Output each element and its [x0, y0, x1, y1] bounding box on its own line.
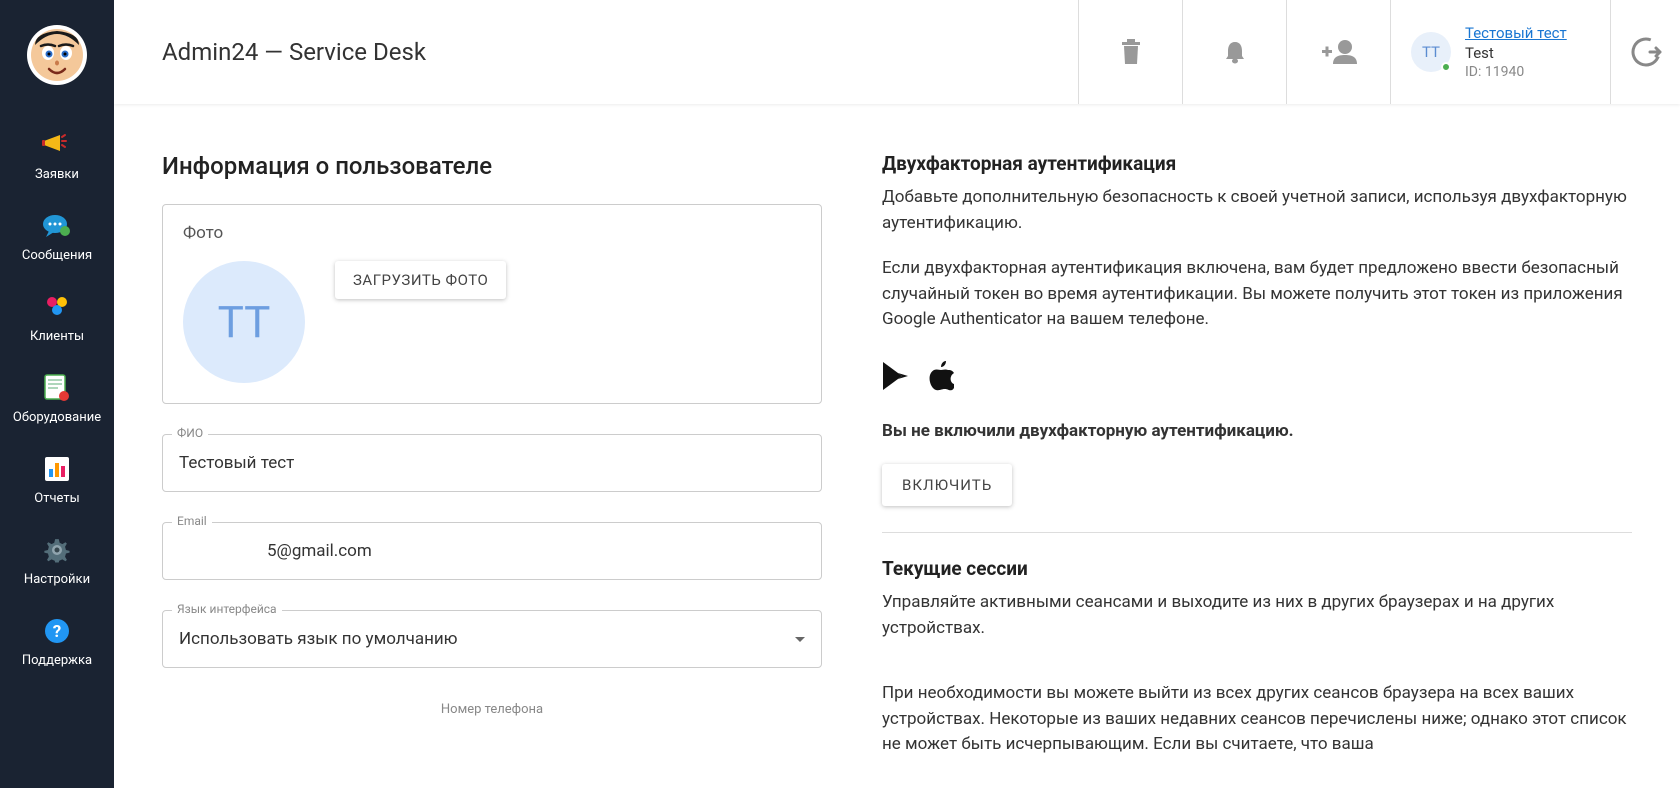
- gear-icon: [41, 534, 73, 566]
- sidebar-item-tickets[interactable]: Заявки: [0, 115, 114, 196]
- profile-avatar-initials: ТТ: [218, 296, 271, 348]
- email-field-wrap: Email: [162, 522, 822, 580]
- user-avatar-initials: ТТ: [1422, 43, 1440, 61]
- lang-label: Язык интерфейса: [172, 602, 282, 616]
- profile-avatar: ТТ: [183, 261, 305, 383]
- trash-button[interactable]: [1078, 0, 1182, 104]
- fio-field-wrap: ФИО: [162, 434, 822, 492]
- add-user-icon: [1319, 38, 1359, 66]
- google-play-icon[interactable]: [882, 361, 910, 391]
- sidebar-item-label: Отчеты: [34, 491, 79, 506]
- photo-card: Фото ТТ ЗАГРУЗИТЬ ФОТО: [162, 204, 822, 404]
- email-input[interactable]: [162, 522, 822, 580]
- upload-photo-button[interactable]: ЗАГРУЗИТЬ ФОТО: [335, 261, 506, 299]
- topbar-actions: ТТ Тестовый тест Test ID: 11940: [1078, 0, 1680, 104]
- trash-icon: [1119, 38, 1143, 66]
- sidebar-item-label: Настройки: [24, 572, 90, 587]
- page-title: Admin24 — Service Desk: [162, 38, 1078, 66]
- apple-icon[interactable]: [928, 361, 954, 391]
- topbar: Admin24 — Service Desk: [114, 0, 1680, 104]
- sidebar-item-label: Клиенты: [30, 329, 84, 344]
- user-id: ID: 11940: [1465, 64, 1567, 80]
- content: Информация о пользователе Фото ТТ ЗАГРУЗ…: [114, 104, 1680, 788]
- sidebar-item-clients[interactable]: Клиенты: [0, 277, 114, 358]
- sidebar: Заявки Сообщения Клиенты: [0, 0, 114, 788]
- lang-select[interactable]: Использовать язык по умолчанию: [162, 610, 822, 668]
- divider: [882, 532, 1632, 533]
- sidebar-item-label: Сообщения: [22, 248, 92, 263]
- fio-input[interactable]: [162, 434, 822, 492]
- chat-icon: [41, 210, 73, 242]
- photo-label: Фото: [183, 223, 801, 243]
- user-name-link[interactable]: Тестовый тест: [1465, 24, 1567, 42]
- sessions-title: Текущие сессии: [882, 557, 1632, 580]
- phone-label: Номер телефона: [162, 702, 822, 717]
- twofa-desc2: Если двухфакторная аутентификация включе…: [882, 256, 1632, 333]
- topbar-user[interactable]: ТТ Тестовый тест Test ID: 11940: [1390, 0, 1610, 104]
- sidebar-item-reports[interactable]: Отчеты: [0, 439, 114, 520]
- profile-column: Информация о пользователе Фото ТТ ЗАГРУЗ…: [162, 152, 822, 788]
- security-column: Двухфакторная аутентификация Добавьте до…: [882, 152, 1632, 788]
- sidebar-item-label: Заявки: [35, 167, 79, 182]
- bell-icon: [1223, 38, 1247, 66]
- chart-icon: [41, 453, 73, 485]
- lang-field-wrap: Язык интерфейса Использовать язык по умо…: [162, 610, 822, 668]
- store-icons: [882, 361, 1632, 391]
- notifications-button[interactable]: [1182, 0, 1286, 104]
- main: Admin24 — Service Desk: [114, 0, 1680, 788]
- sessions-desc2: При необходимости вы можете выйти из все…: [882, 681, 1632, 758]
- checklist-icon: [41, 372, 73, 404]
- chevron-down-icon: [795, 637, 805, 642]
- logout-button[interactable]: [1610, 0, 1680, 104]
- sidebar-item-equipment[interactable]: Оборудование: [0, 358, 114, 439]
- sidebar-item-messages[interactable]: Сообщения: [0, 196, 114, 277]
- user-info: Тестовый тест Test ID: 11940: [1465, 24, 1567, 80]
- logout-icon: [1630, 36, 1662, 68]
- enable-twofa-button[interactable]: ВКЛЮЧИТЬ: [882, 464, 1012, 506]
- app-logo[interactable]: [27, 25, 87, 85]
- people-icon: [41, 291, 73, 323]
- sessions-desc1: Управляйте активными сеансами и выходите…: [882, 590, 1632, 641]
- twofa-desc1: Добавьте дополнительную безопасность к с…: [882, 185, 1632, 236]
- sidebar-item-label: Оборудование: [13, 410, 101, 425]
- sidebar-item-label: Поддержка: [22, 653, 92, 668]
- logo-face-icon: [29, 27, 85, 83]
- help-icon: ?: [41, 615, 73, 647]
- lang-value: Использовать язык по умолчанию: [179, 629, 458, 649]
- online-indicator: [1441, 62, 1451, 72]
- user-avatar: ТТ: [1411, 32, 1451, 72]
- add-user-button[interactable]: [1286, 0, 1390, 104]
- megaphone-icon: [41, 129, 73, 161]
- twofa-status: Вы не включили двухфакторную аутентифика…: [882, 419, 1632, 445]
- profile-section-title: Информация о пользователе: [162, 152, 822, 180]
- fio-label: ФИО: [172, 426, 208, 440]
- user-company: Test: [1465, 44, 1567, 62]
- email-label: Email: [172, 514, 212, 528]
- sidebar-item-support[interactable]: ? Поддержка: [0, 601, 114, 682]
- twofa-title: Двухфакторная аутентификация: [882, 152, 1632, 175]
- sidebar-item-settings[interactable]: Настройки: [0, 520, 114, 601]
- svg-text:?: ?: [53, 622, 61, 642]
